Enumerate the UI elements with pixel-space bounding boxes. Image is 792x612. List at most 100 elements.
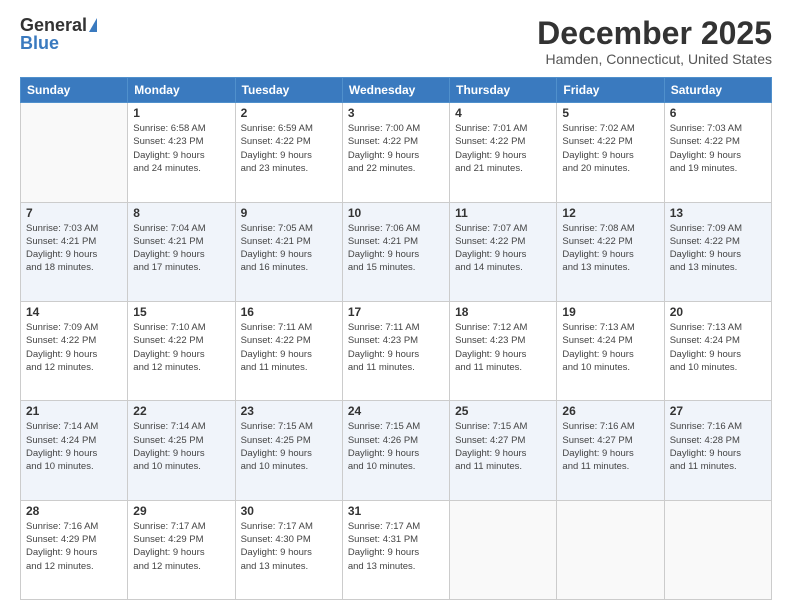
header-wednesday: Wednesday <box>342 78 449 103</box>
day-number: 20 <box>670 305 766 319</box>
day-number: 19 <box>562 305 658 319</box>
logo: General Blue <box>20 16 97 52</box>
day-info: Sunrise: 7:15 AM Sunset: 4:25 PM Dayligh… <box>241 420 337 473</box>
header-friday: Friday <box>557 78 664 103</box>
header-sunday: Sunday <box>21 78 128 103</box>
day-info: Sunrise: 7:17 AM Sunset: 4:30 PM Dayligh… <box>241 520 337 573</box>
day-number: 5 <box>562 106 658 120</box>
calendar-week-row: 1 Sunrise: 6:58 AM Sunset: 4:23 PM Daylig… <box>21 103 772 202</box>
day-info: Sunrise: 7:07 AM Sunset: 4:22 PM Dayligh… <box>455 222 551 275</box>
calendar-cell: 12 Sunrise: 7:08 AM Sunset: 4:22 PM Dayli… <box>557 202 664 301</box>
title-area: December 2025 Hamden, Connecticut, Unite… <box>537 16 772 67</box>
day-number: 14 <box>26 305 122 319</box>
calendar-cell: 14 Sunrise: 7:09 AM Sunset: 4:22 PM Dayli… <box>21 301 128 400</box>
calendar-cell: 5 Sunrise: 7:02 AM Sunset: 4:22 PM Daylig… <box>557 103 664 202</box>
day-info: Sunrise: 7:04 AM Sunset: 4:21 PM Dayligh… <box>133 222 229 275</box>
day-info: Sunrise: 7:11 AM Sunset: 4:22 PM Dayligh… <box>241 321 337 374</box>
day-info: Sunrise: 7:14 AM Sunset: 4:24 PM Dayligh… <box>26 420 122 473</box>
day-number: 31 <box>348 504 444 518</box>
calendar-week-row: 28 Sunrise: 7:16 AM Sunset: 4:29 PM Dayli… <box>21 500 772 599</box>
day-info: Sunrise: 7:05 AM Sunset: 4:21 PM Dayligh… <box>241 222 337 275</box>
day-info: Sunrise: 7:14 AM Sunset: 4:25 PM Dayligh… <box>133 420 229 473</box>
calendar-cell: 27 Sunrise: 7:16 AM Sunset: 4:28 PM Dayli… <box>664 401 771 500</box>
day-info: Sunrise: 7:03 AM Sunset: 4:21 PM Dayligh… <box>26 222 122 275</box>
day-info: Sunrise: 7:03 AM Sunset: 4:22 PM Dayligh… <box>670 122 766 175</box>
header: General Blue December 2025 Hamden, Conne… <box>20 16 772 67</box>
day-number: 28 <box>26 504 122 518</box>
calendar-cell: 8 Sunrise: 7:04 AM Sunset: 4:21 PM Daylig… <box>128 202 235 301</box>
day-info: Sunrise: 7:12 AM Sunset: 4:23 PM Dayligh… <box>455 321 551 374</box>
day-info: Sunrise: 7:10 AM Sunset: 4:22 PM Dayligh… <box>133 321 229 374</box>
calendar-cell: 6 Sunrise: 7:03 AM Sunset: 4:22 PM Daylig… <box>664 103 771 202</box>
calendar-header-row: Sunday Monday Tuesday Wednesday Thursday… <box>21 78 772 103</box>
day-info: Sunrise: 7:01 AM Sunset: 4:22 PM Dayligh… <box>455 122 551 175</box>
location: Hamden, Connecticut, United States <box>537 51 772 67</box>
calendar-cell: 22 Sunrise: 7:14 AM Sunset: 4:25 PM Dayli… <box>128 401 235 500</box>
page: General Blue December 2025 Hamden, Conne… <box>0 0 792 612</box>
calendar-cell <box>664 500 771 599</box>
logo-general-text: General <box>20 16 87 34</box>
header-saturday: Saturday <box>664 78 771 103</box>
day-number: 2 <box>241 106 337 120</box>
day-number: 1 <box>133 106 229 120</box>
header-monday: Monday <box>128 78 235 103</box>
day-number: 30 <box>241 504 337 518</box>
day-info: Sunrise: 7:06 AM Sunset: 4:21 PM Dayligh… <box>348 222 444 275</box>
calendar-cell: 24 Sunrise: 7:15 AM Sunset: 4:26 PM Dayli… <box>342 401 449 500</box>
day-number: 26 <box>562 404 658 418</box>
day-info: Sunrise: 7:15 AM Sunset: 4:27 PM Dayligh… <box>455 420 551 473</box>
calendar-cell <box>21 103 128 202</box>
calendar-week-row: 7 Sunrise: 7:03 AM Sunset: 4:21 PM Daylig… <box>21 202 772 301</box>
day-number: 13 <box>670 206 766 220</box>
day-info: Sunrise: 7:09 AM Sunset: 4:22 PM Dayligh… <box>26 321 122 374</box>
day-number: 23 <box>241 404 337 418</box>
calendar-cell: 23 Sunrise: 7:15 AM Sunset: 4:25 PM Dayli… <box>235 401 342 500</box>
day-number: 22 <box>133 404 229 418</box>
calendar-cell: 19 Sunrise: 7:13 AM Sunset: 4:24 PM Dayli… <box>557 301 664 400</box>
day-number: 29 <box>133 504 229 518</box>
header-tuesday: Tuesday <box>235 78 342 103</box>
calendar-cell: 20Sunrise: 7:13 AM Sunset: 4:24 PM Dayli… <box>664 301 771 400</box>
calendar-cell: 4Sunrise: 7:01 AM Sunset: 4:22 PM Daylig… <box>450 103 557 202</box>
calendar-cell: 15 Sunrise: 7:10 AM Sunset: 4:22 PM Dayli… <box>128 301 235 400</box>
day-number: 10 <box>348 206 444 220</box>
day-number: 16 <box>241 305 337 319</box>
day-number: 8 <box>133 206 229 220</box>
day-info: Sunrise: 7:13 AM Sunset: 4:24 PM Dayligh… <box>562 321 658 374</box>
day-info: Sunrise: 7:11 AM Sunset: 4:23 PM Dayligh… <box>348 321 444 374</box>
day-number: 17 <box>348 305 444 319</box>
calendar-cell: 28 Sunrise: 7:16 AM Sunset: 4:29 PM Dayli… <box>21 500 128 599</box>
day-info: Sunrise: 6:58 AM Sunset: 4:23 PM Dayligh… <box>133 122 229 175</box>
day-info: Sunrise: 7:17 AM Sunset: 4:31 PM Dayligh… <box>348 520 444 573</box>
calendar-cell: 2Sunrise: 6:59 AM Sunset: 4:22 PM Daylig… <box>235 103 342 202</box>
calendar-cell: 1 Sunrise: 6:58 AM Sunset: 4:23 PM Daylig… <box>128 103 235 202</box>
calendar-cell: 18 Sunrise: 7:12 AM Sunset: 4:23 PM Dayli… <box>450 301 557 400</box>
day-number: 12 <box>562 206 658 220</box>
day-info: Sunrise: 7:15 AM Sunset: 4:26 PM Dayligh… <box>348 420 444 473</box>
month-title: December 2025 <box>537 16 772 51</box>
calendar-cell: 31 Sunrise: 7:17 AM Sunset: 4:31 PM Dayli… <box>342 500 449 599</box>
day-number: 7 <box>26 206 122 220</box>
day-number: 18 <box>455 305 551 319</box>
day-info: Sunrise: 7:17 AM Sunset: 4:29 PM Dayligh… <box>133 520 229 573</box>
calendar-cell: 25Sunrise: 7:15 AM Sunset: 4:27 PM Dayli… <box>450 401 557 500</box>
day-number: 3 <box>348 106 444 120</box>
day-number: 24 <box>348 404 444 418</box>
day-info: Sunrise: 7:16 AM Sunset: 4:28 PM Dayligh… <box>670 420 766 473</box>
calendar-cell: 10 Sunrise: 7:06 AM Sunset: 4:21 PM Dayli… <box>342 202 449 301</box>
day-number: 27 <box>670 404 766 418</box>
day-info: Sunrise: 7:00 AM Sunset: 4:22 PM Dayligh… <box>348 122 444 175</box>
day-number: 6 <box>670 106 766 120</box>
day-info: Sunrise: 7:16 AM Sunset: 4:29 PM Dayligh… <box>26 520 122 573</box>
calendar-cell: 26Sunrise: 7:16 AM Sunset: 4:27 PM Dayli… <box>557 401 664 500</box>
calendar-cell: 30 Sunrise: 7:17 AM Sunset: 4:30 PM Dayli… <box>235 500 342 599</box>
day-number: 15 <box>133 305 229 319</box>
calendar-cell: 9Sunrise: 7:05 AM Sunset: 4:21 PM Daylig… <box>235 202 342 301</box>
calendar-cell: 11Sunrise: 7:07 AM Sunset: 4:22 PM Dayli… <box>450 202 557 301</box>
day-info: Sunrise: 7:02 AM Sunset: 4:22 PM Dayligh… <box>562 122 658 175</box>
calendar-week-row: 21 Sunrise: 7:14 AM Sunset: 4:24 PM Dayli… <box>21 401 772 500</box>
day-number: 21 <box>26 404 122 418</box>
calendar-cell: 7 Sunrise: 7:03 AM Sunset: 4:21 PM Daylig… <box>21 202 128 301</box>
calendar-cell: 13Sunrise: 7:09 AM Sunset: 4:22 PM Dayli… <box>664 202 771 301</box>
day-info: Sunrise: 7:08 AM Sunset: 4:22 PM Dayligh… <box>562 222 658 275</box>
